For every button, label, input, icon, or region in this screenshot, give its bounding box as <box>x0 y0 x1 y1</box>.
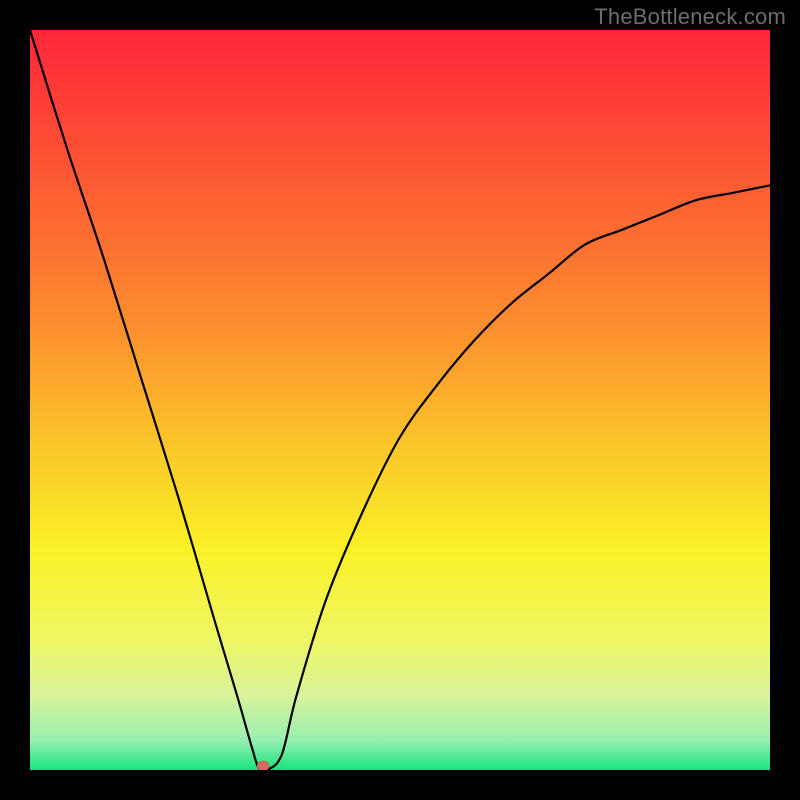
chart-frame: TheBottleneck.com <box>0 0 800 800</box>
watermark-text: TheBottleneck.com <box>594 4 786 30</box>
plot-svg <box>30 30 770 770</box>
minimum-marker-dot <box>257 761 269 770</box>
gradient-background <box>30 30 770 770</box>
plot-area <box>30 30 770 770</box>
